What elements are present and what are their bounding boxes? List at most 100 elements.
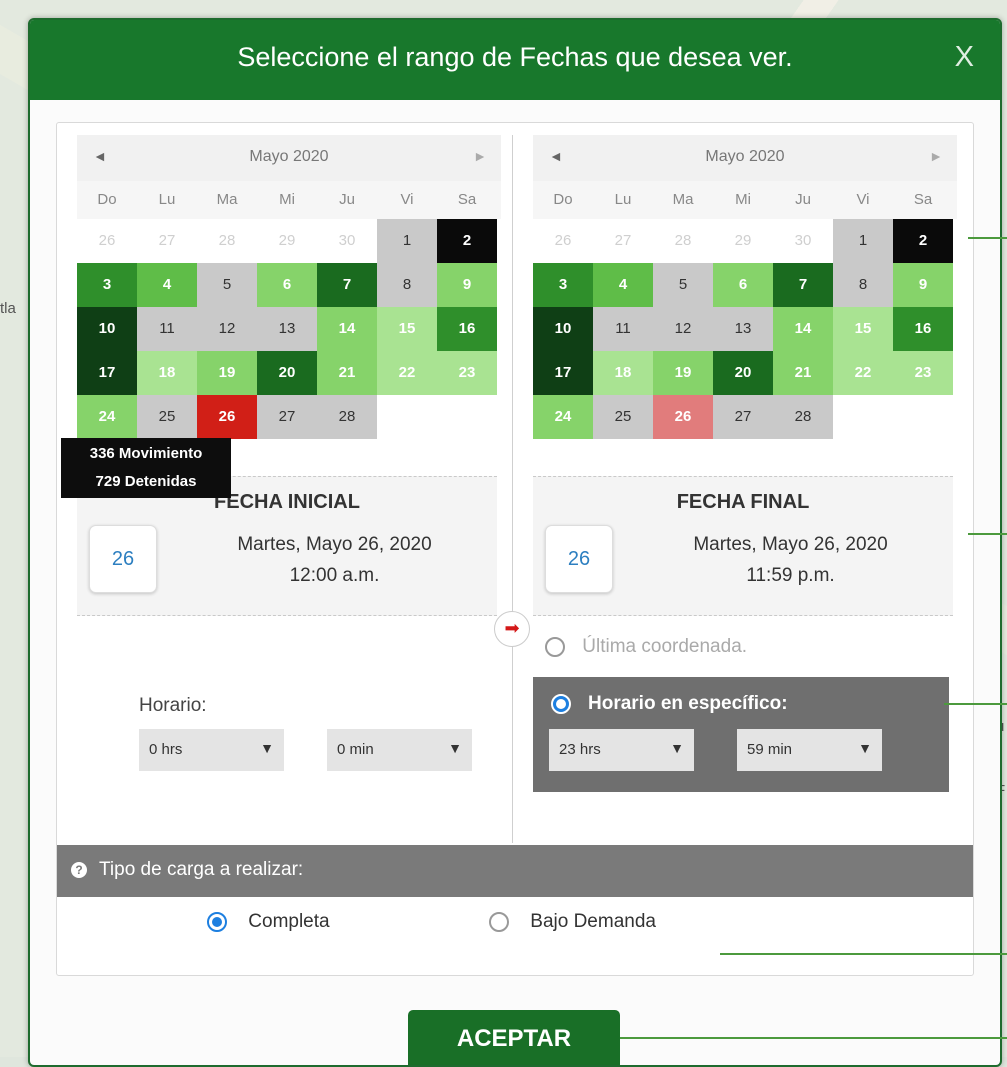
radio-unchecked-icon[interactable] <box>489 912 509 932</box>
end-minutes-select[interactable]: 59 min ▼ <box>737 729 882 771</box>
calendar-day[interactable]: 28 <box>317 395 377 439</box>
select-value: 23 hrs <box>559 741 601 758</box>
callout-line <box>720 953 1007 955</box>
close-icon[interactable]: X <box>955 41 974 74</box>
calendar-day[interactable]: 20 <box>713 351 773 395</box>
start-calendar: ◄ Mayo 2020 ► Do Lu Ma Mi Ju Vi Sa 26 27 2… <box>77 135 501 439</box>
next-month-icon[interactable]: ► <box>929 148 943 164</box>
calendar-day[interactable]: 15 <box>377 307 437 351</box>
calendar-day[interactable]: 12 <box>653 307 713 351</box>
calendar-day[interactable]: 19 <box>653 351 713 395</box>
calendar-day[interactable]: 10 <box>77 307 137 351</box>
tooltip-movement: 336 Movimiento <box>89 445 203 462</box>
calendar-day[interactable]: 1 <box>833 219 893 263</box>
calendar-day[interactable]: 5 <box>653 263 713 307</box>
radio-checked-icon[interactable] <box>207 912 227 932</box>
calendar-day[interactable]: 3 <box>533 263 593 307</box>
calendar-day: 27 <box>593 219 653 263</box>
end-calendar: ◄ Mayo 2020 ► Do Lu Ma Mi Ju Vi Sa 26 27 2… <box>533 135 957 439</box>
calendar-day[interactable]: 26 <box>197 395 257 439</box>
calendar-day[interactable]: 17 <box>533 351 593 395</box>
radio-unchecked-icon[interactable] <box>545 637 565 657</box>
load-on-demand-option[interactable]: Bajo Demanda <box>489 911 656 933</box>
day-grid: 26 27 28 29 30 1 2 3 4 5 6 7 8 9 10 11 12 13 14 15 16 17 18 19 2… <box>77 219 501 439</box>
select-value: 0 min <box>337 741 374 758</box>
calendar-day[interactable]: 18 <box>593 351 653 395</box>
callout-line <box>620 1037 1007 1039</box>
calendar-day[interactable]: 6 <box>257 263 317 307</box>
start-hours-select[interactable]: 0 hrs ▼ <box>139 729 284 771</box>
calendar-day[interactable]: 2 <box>437 219 497 263</box>
specific-time-panel: Horario en específico: 23 hrs ▼ 59 min ▼ <box>533 677 949 792</box>
calendar-day[interactable]: 28 <box>773 395 833 439</box>
calendar-day[interactable]: 19 <box>197 351 257 395</box>
calendar-day[interactable]: 12 <box>197 307 257 351</box>
calendar-day[interactable]: 10 <box>533 307 593 351</box>
calendar-day[interactable]: 1 <box>377 219 437 263</box>
calendar-day[interactable]: 22 <box>833 351 893 395</box>
load-complete-option[interactable]: Completa <box>207 911 330 933</box>
calendar-day[interactable]: 27 <box>257 395 317 439</box>
arrow-right-icon[interactable]: ➡ <box>494 611 530 647</box>
calendar-day[interactable]: 16 <box>437 307 497 351</box>
weekday-label: Lu <box>158 191 176 208</box>
calendar-day[interactable]: 13 <box>257 307 317 351</box>
help-icon[interactable]: ? <box>71 862 87 878</box>
calendar-day[interactable]: 15 <box>833 307 893 351</box>
calendar-day: 29 <box>713 219 773 263</box>
calendar-header: ◄ Mayo 2020 ► <box>77 135 501 181</box>
calendar-day[interactable]: 4 <box>137 263 197 307</box>
calendar-day[interactable]: 22 <box>377 351 437 395</box>
calendar-day[interactable]: 23 <box>893 351 953 395</box>
dialog-title: Seleccione el rango de Fechas que desea … <box>237 42 793 72</box>
calendar-day[interactable]: 20 <box>257 351 317 395</box>
calendar-day[interactable]: 25 <box>137 395 197 439</box>
calendar-day[interactable]: 5 <box>197 263 257 307</box>
calendar-day[interactable]: 14 <box>317 307 377 351</box>
calendar-day[interactable]: 9 <box>893 263 953 307</box>
calendar-day[interactable]: 27 <box>713 395 773 439</box>
dialog-header: Seleccione el rango de Fechas que desea … <box>30 20 1000 100</box>
calendar-day[interactable]: 17 <box>77 351 137 395</box>
load-on-demand-label: Bajo Demanda <box>530 911 656 932</box>
calendar-day[interactable]: 2 <box>893 219 953 263</box>
caret-down-icon: ▼ <box>858 740 872 756</box>
calendar-day[interactable]: 21 <box>317 351 377 395</box>
calendar-day[interactable]: 7 <box>773 263 833 307</box>
calendar-day: 30 <box>773 219 833 263</box>
calendar-day[interactable]: 16 <box>893 307 953 351</box>
calendar-day[interactable]: 21 <box>773 351 833 395</box>
calendar-day[interactable]: 3 <box>77 263 137 307</box>
load-type-bar: ? Tipo de carga a realizar: <box>57 845 973 897</box>
weekday-label: Vi <box>400 191 414 208</box>
radio-checked-icon[interactable] <box>551 694 571 714</box>
calendar-day[interactable]: 6 <box>713 263 773 307</box>
caret-down-icon: ▼ <box>670 740 684 756</box>
calendar-day[interactable]: 23 <box>437 351 497 395</box>
calendar-day[interactable]: 4 <box>593 263 653 307</box>
start-minutes-select[interactable]: 0 min ▼ <box>327 729 472 771</box>
calendar-day[interactable]: 18 <box>137 351 197 395</box>
calendar-day[interactable]: 26 <box>653 395 713 439</box>
calendar-day[interactable]: 8 <box>377 263 437 307</box>
calendar-day: 26 <box>533 219 593 263</box>
calendar-day[interactable]: 11 <box>593 307 653 351</box>
select-value: 0 hrs <box>149 741 183 758</box>
weekday-label: Mi <box>279 191 295 208</box>
last-coordinate-option[interactable]: Última coordenada. <box>545 636 747 658</box>
calendar-day[interactable]: 8 <box>833 263 893 307</box>
calendar-day[interactable]: 7 <box>317 263 377 307</box>
weekday-label: Ma <box>672 191 694 208</box>
next-month-icon[interactable]: ► <box>473 148 487 164</box>
calendar-day[interactable]: 11 <box>137 307 197 351</box>
calendar-day[interactable]: 14 <box>773 307 833 351</box>
end-hours-select[interactable]: 23 hrs ▼ <box>549 729 694 771</box>
calendar-day[interactable]: 24 <box>77 395 137 439</box>
start-day-button[interactable]: 26 <box>89 525 157 593</box>
calendar-day[interactable]: 24 <box>533 395 593 439</box>
calendar-day[interactable]: 13 <box>713 307 773 351</box>
calendar-day[interactable]: 25 <box>593 395 653 439</box>
end-day-button[interactable]: 26 <box>545 525 613 593</box>
load-complete-label: Completa <box>248 911 330 932</box>
calendar-day[interactable]: 9 <box>437 263 497 307</box>
